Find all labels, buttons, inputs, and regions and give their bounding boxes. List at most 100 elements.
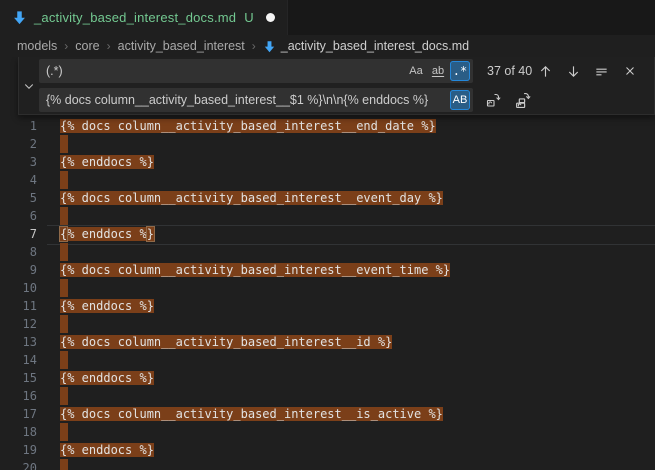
- toggle-replace-button[interactable]: [19, 57, 39, 114]
- line-number[interactable]: 3: [0, 153, 37, 171]
- editor-line[interactable]: 10: [0, 279, 655, 297]
- editor-line[interactable]: 20: [0, 459, 655, 470]
- line-number[interactable]: 4: [0, 171, 37, 189]
- line-number[interactable]: 14: [0, 351, 37, 369]
- line-number[interactable]: 11: [0, 297, 37, 315]
- editor-line[interactable]: 14: [0, 351, 655, 369]
- line-number[interactable]: 10: [0, 279, 37, 297]
- breadcrumb-item-models[interactable]: models: [17, 39, 57, 53]
- editor-line[interactable]: 11 {% enddocs %}: [0, 297, 655, 315]
- line-content: {% enddocs %}: [60, 369, 154, 387]
- find-widget-rows: Aa ab .* 37 of 40: [39, 57, 654, 114]
- tab-active-file[interactable]: _activity_based_interest_docs.md U: [0, 0, 288, 35]
- editor-line[interactable]: 8: [0, 243, 655, 261]
- line-number[interactable]: 20: [0, 459, 37, 470]
- preserve-case-toggle[interactable]: AB: [450, 90, 470, 110]
- find-match: {% docs column__activity_based_interest_…: [60, 119, 436, 133]
- find-match: {% docs column__activity_based_interest_…: [60, 191, 443, 205]
- editor-line[interactable]: 15 {% enddocs %}: [0, 369, 655, 387]
- bracket-match: {: [60, 227, 67, 241]
- replace-all-button[interactable]: [512, 90, 533, 111]
- find-match: {% docs column__activity_based_interest_…: [60, 263, 450, 277]
- editor-line[interactable]: 5 {% docs column__activity_based_interest…: [0, 189, 655, 207]
- breadcrumb-separator: ›: [64, 39, 68, 53]
- find-match-empty: [60, 207, 68, 225]
- line-content: {% enddocs %}: [60, 297, 154, 315]
- git-status-badge: U: [244, 10, 253, 25]
- editor-line[interactable]: 16: [0, 387, 655, 405]
- find-match: {% enddocs %}: [60, 155, 154, 169]
- editor-line[interactable]: 3 {% enddocs %}: [0, 153, 655, 171]
- find-match-empty: [60, 315, 68, 333]
- find-match-empty: [60, 423, 68, 441]
- editor-line[interactable]: 7 {% enddocs %}: [0, 225, 655, 243]
- next-match-button[interactable]: [563, 61, 584, 82]
- find-match: {% enddocs %}: [60, 299, 154, 313]
- find-input[interactable]: [46, 64, 406, 78]
- line-content: {% docs column__activity_based_interest_…: [60, 189, 443, 207]
- editor-line[interactable]: 12: [0, 315, 655, 333]
- find-match: {% enddocs %}: [60, 443, 154, 457]
- line-number[interactable]: 7: [0, 225, 37, 243]
- close-find-widget-button[interactable]: [619, 61, 640, 82]
- replace-button[interactable]: [482, 90, 503, 111]
- vscode-window: _activity_based_interest_docs.md U model…: [0, 0, 655, 470]
- line-content: [60, 279, 68, 297]
- editor-line[interactable]: 19 {% enddocs %}: [0, 441, 655, 459]
- close-icon: [623, 64, 637, 78]
- line-content: [60, 135, 68, 153]
- line-content: [60, 207, 68, 225]
- line-number[interactable]: 6: [0, 207, 37, 225]
- editor-line[interactable]: 2: [0, 135, 655, 153]
- find-match-empty: [60, 171, 68, 189]
- match-case-toggle[interactable]: Aa: [406, 61, 426, 81]
- line-number[interactable]: 18: [0, 423, 37, 441]
- find-match-empty: [60, 387, 68, 405]
- editor-line[interactable]: 9 {% docs column__activity_based_interest…: [0, 261, 655, 279]
- arrow-up-icon: [538, 64, 553, 79]
- line-number[interactable]: 16: [0, 387, 37, 405]
- editor-line[interactable]: 13 {% docs column__activity_based_interes…: [0, 333, 655, 351]
- selection-icon: [594, 64, 609, 79]
- editor-line[interactable]: 17{% docs column__activity_based_interes…: [0, 405, 655, 423]
- code-lines: 1 {% docs column__activity_based_interest…: [0, 117, 655, 470]
- editor-line[interactable]: 4: [0, 171, 655, 189]
- editor-line[interactable]: 1 {% docs column__activity_based_interest…: [0, 117, 655, 135]
- find-match: {% docs column__activity_based_interest_…: [60, 335, 392, 349]
- find-nav-buttons: [535, 61, 640, 82]
- regex-toggle[interactable]: .*: [450, 61, 470, 81]
- line-number[interactable]: 15: [0, 369, 37, 387]
- line-number[interactable]: 19: [0, 441, 37, 459]
- replace-input[interactable]: [46, 93, 450, 107]
- editor-line[interactable]: 18: [0, 423, 655, 441]
- modified-dot-icon[interactable]: [266, 13, 275, 22]
- line-number[interactable]: 9: [0, 261, 37, 279]
- line-content: {% enddocs %}: [60, 153, 154, 171]
- line-number[interactable]: 17: [0, 405, 37, 423]
- line-content: [60, 459, 68, 470]
- breadcrumb-item-file[interactable]: _activity_based_interest_docs.md: [263, 39, 469, 53]
- line-number[interactable]: 12: [0, 315, 37, 333]
- line-number[interactable]: 13: [0, 333, 37, 351]
- breadcrumb-item-folder[interactable]: activity_based_interest: [118, 39, 245, 53]
- replace-row: AB: [39, 88, 648, 112]
- line-number[interactable]: 2: [0, 135, 37, 153]
- line-content: [60, 171, 68, 189]
- line-number[interactable]: 8: [0, 243, 37, 261]
- replace-icon: [485, 92, 501, 108]
- line-number[interactable]: 1: [0, 117, 37, 135]
- line-content: {% docs column__activity_based_interest_…: [60, 261, 450, 279]
- breadcrumb-item-core[interactable]: core: [75, 39, 99, 53]
- whole-word-toggle[interactable]: ab: [428, 61, 448, 81]
- editor[interactable]: Aa ab .* 37 of 40: [0, 57, 655, 470]
- find-in-selection-button[interactable]: [591, 61, 612, 82]
- previous-match-button[interactable]: [535, 61, 556, 82]
- editor-line[interactable]: 6: [0, 207, 655, 225]
- find-replace-widget: Aa ab .* 37 of 40: [18, 57, 655, 115]
- line-content: [60, 243, 68, 261]
- replace-buttons: [482, 90, 533, 111]
- line-number[interactable]: 5: [0, 189, 37, 207]
- tab-filename: _activity_based_interest_docs.md: [34, 10, 236, 25]
- line-content: {% docs column__activity_based_interest_…: [60, 333, 392, 351]
- current-find-match: {% enddocs %}: [60, 227, 154, 241]
